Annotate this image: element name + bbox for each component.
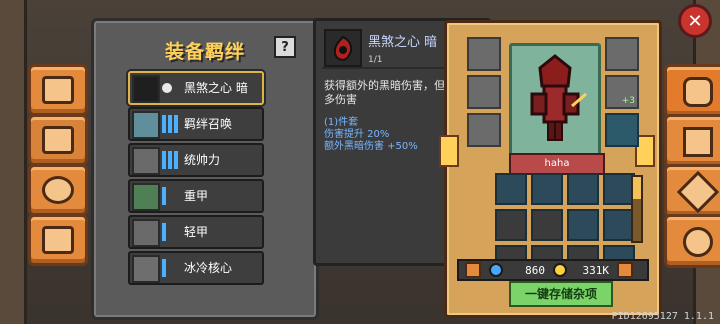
close-button[interactable]: ✕ xyxy=(678,4,712,38)
set-row-label: 统帅力 xyxy=(184,153,221,167)
set-bonus-panel: 装备羁绊 ? 黑煞之心 暗 羁绊召唤 统帅力 重甲 轻甲 冰冷核心 xyxy=(91,18,319,320)
character-panel: +3 haha 860 331K 一键存储杂项 xyxy=(439,20,662,318)
row-pips xyxy=(162,151,178,169)
dark-heart-icon xyxy=(324,29,362,67)
equip-slot-left-1[interactable] xyxy=(467,75,501,109)
gem-icon xyxy=(489,263,503,277)
equip-slot-top-left[interactable] xyxy=(467,37,501,71)
set-row-light-armor[interactable]: 轻甲 xyxy=(128,215,264,249)
ice-core-icon xyxy=(132,255,160,283)
equip-slot-right-1[interactable]: +3 xyxy=(605,75,639,109)
right-tab-helmet[interactable] xyxy=(664,64,720,118)
inventory-slot[interactable] xyxy=(531,173,563,205)
light-armor-icon xyxy=(132,219,160,247)
right-tab-shuriken[interactable] xyxy=(664,164,720,218)
set-row-ice-core[interactable]: 冰冷核心 xyxy=(128,251,264,285)
set-name: 黑煞之心 暗 xyxy=(368,35,438,50)
summon-icon xyxy=(132,111,160,139)
row-pips xyxy=(162,187,178,205)
row-pips xyxy=(162,223,178,241)
equip-slot-left-2[interactable] xyxy=(467,113,501,147)
equip-slot-top-right[interactable] xyxy=(605,37,639,71)
helmet-icon xyxy=(683,77,713,107)
set-row-leadership[interactable]: 统帅力 xyxy=(128,143,264,177)
gold-amount: 331K xyxy=(582,263,610,277)
gold-coin-icon xyxy=(553,263,567,277)
inventory-slot[interactable] xyxy=(567,209,599,241)
build-id: PID12695127 1.1.1 xyxy=(611,311,714,322)
set-row-summon[interactable]: 羁绊召唤 xyxy=(128,107,264,141)
row-pips xyxy=(162,79,178,97)
inventory-slot[interactable] xyxy=(495,209,527,241)
store-misc-button[interactable]: 一键存储杂项 xyxy=(509,281,613,307)
character-name: haha xyxy=(509,153,605,175)
set-row-heavy-armor[interactable]: 重甲 xyxy=(128,179,264,213)
lock-icon xyxy=(617,262,633,278)
left-side-tab[interactable] xyxy=(439,135,459,167)
character-portrait xyxy=(509,43,601,157)
currency-bar: 860 331K xyxy=(457,259,649,281)
equip-badge: +3 xyxy=(621,96,635,106)
equip-slot-right-2[interactable] xyxy=(605,113,639,147)
inventory-scrollbar[interactable] xyxy=(631,175,643,243)
right-tab-skills[interactable] xyxy=(664,114,720,168)
gear-icon xyxy=(683,227,713,257)
help-button[interactable]: ? xyxy=(274,36,296,58)
right-tab-settings[interactable] xyxy=(664,214,720,268)
book-icon xyxy=(42,76,74,104)
inventory-slot[interactable] xyxy=(531,209,563,241)
left-tab-chest[interactable] xyxy=(28,114,88,166)
row-pips xyxy=(162,259,178,277)
leadership-icon xyxy=(132,147,160,175)
left-wood-trim xyxy=(0,0,27,324)
dark-heart-icon xyxy=(132,75,160,103)
set-row-label: 黑煞之心 暗 xyxy=(184,81,248,95)
chest-icon xyxy=(42,126,74,154)
set-row-label: 轻甲 xyxy=(184,225,209,239)
heavy-armor-icon xyxy=(132,183,160,211)
set-row-label: 羁绊召唤 xyxy=(184,117,233,131)
lock-icon xyxy=(465,262,481,278)
bag-icon xyxy=(42,226,74,254)
skills-icon xyxy=(683,127,713,157)
left-tab-book[interactable] xyxy=(28,64,88,116)
gem-amount: 860 xyxy=(525,263,545,277)
set-count: 1/1 xyxy=(368,55,383,65)
game-screen: 装备羁绊 ? 黑煞之心 暗 羁绊召唤 统帅力 重甲 轻甲 冰冷核心 黑煞之心 暗… xyxy=(0,0,720,324)
set-row-label: 重甲 xyxy=(184,189,209,203)
set-row-label: 冰冷核心 xyxy=(184,261,233,275)
left-tab-bag[interactable] xyxy=(28,214,88,266)
set-row-dark-heart[interactable]: 黑煞之心 暗 xyxy=(128,71,264,105)
paw-icon xyxy=(42,176,74,204)
inventory-slot[interactable] xyxy=(567,173,599,205)
left-tab-paw[interactable] xyxy=(28,164,88,216)
row-pips xyxy=(162,115,178,133)
inventory-slot[interactable] xyxy=(495,173,527,205)
scrollbar-thumb[interactable] xyxy=(633,177,641,199)
shuriken-icon xyxy=(676,170,720,214)
